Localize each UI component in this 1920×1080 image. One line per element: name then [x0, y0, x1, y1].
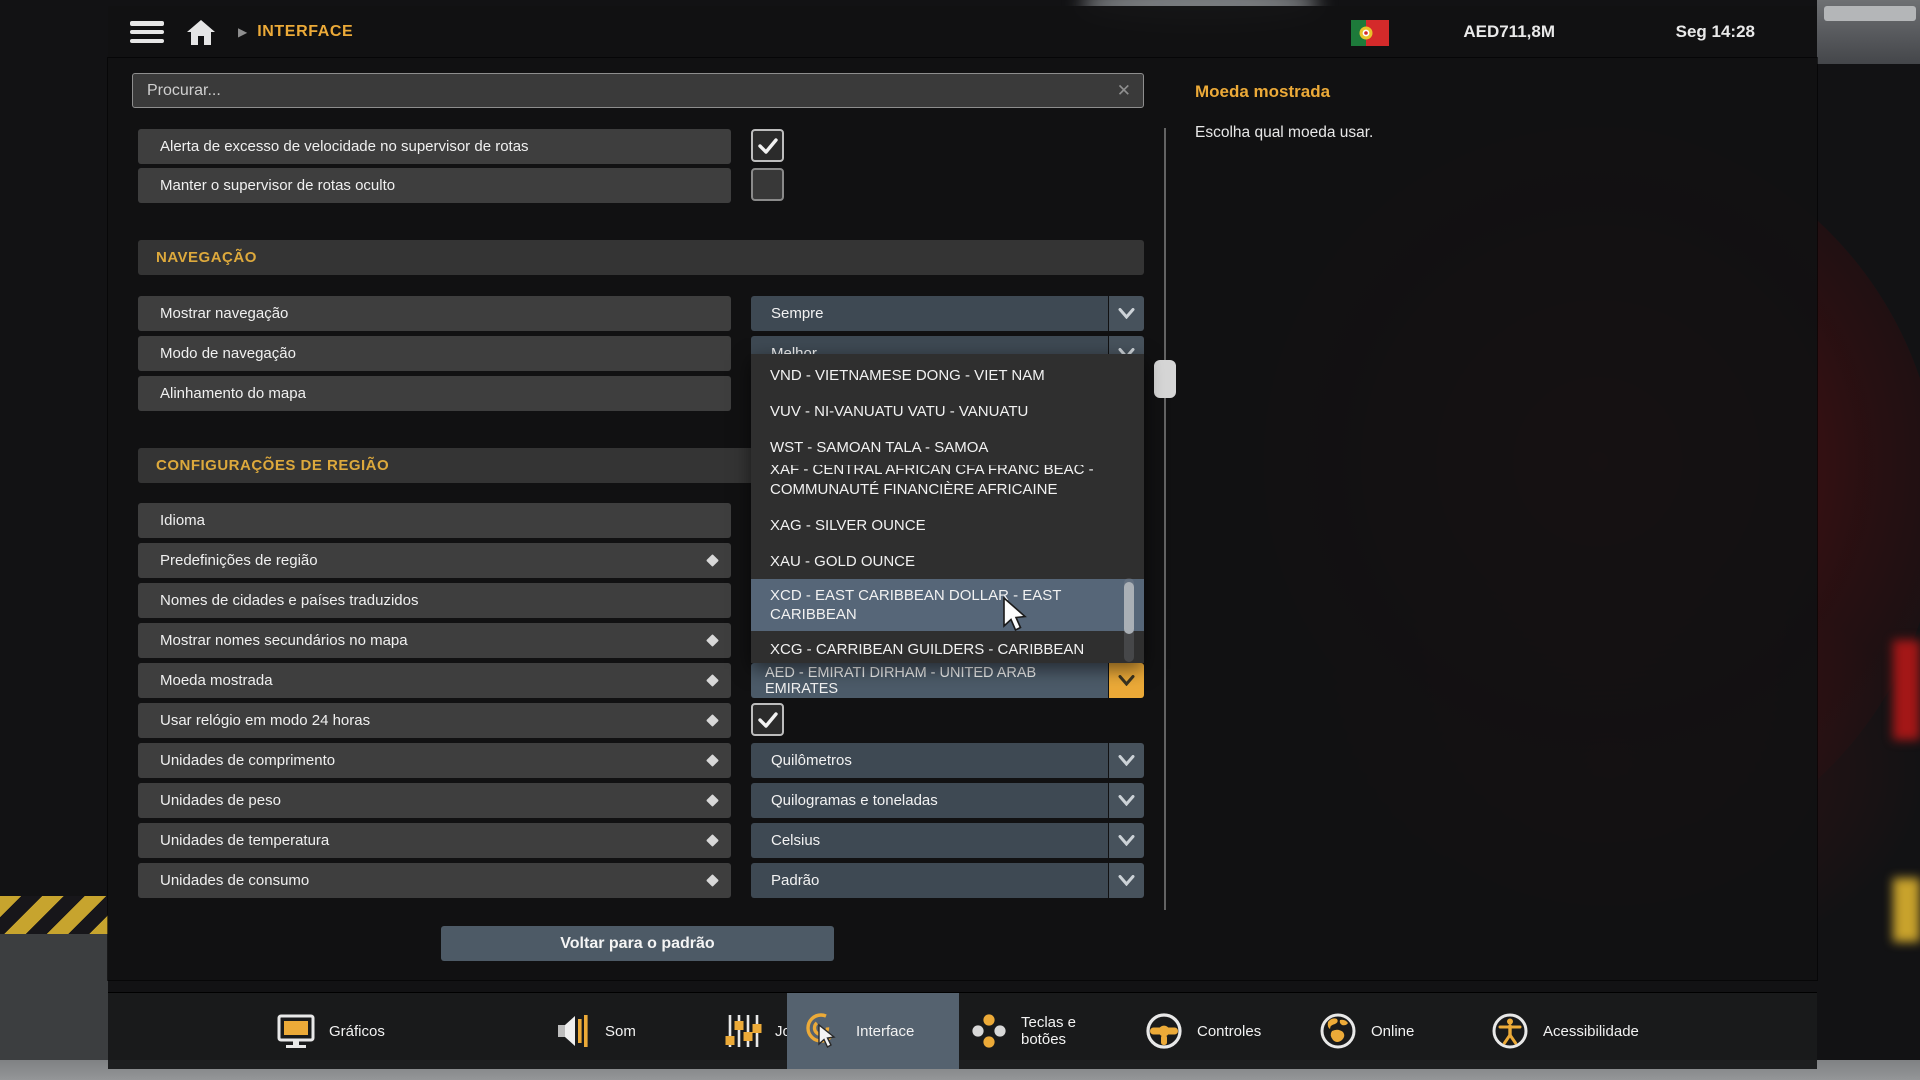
tab-interface-active[interactable]: Interface: [787, 993, 959, 1069]
globe-icon: [1320, 1013, 1356, 1049]
search-input[interactable]: Procurar... ✕: [132, 73, 1144, 108]
dropdown-scrollbar-thumb[interactable]: [1124, 582, 1134, 634]
setting-label-temperature-units: Unidades de temperatura: [138, 823, 731, 858]
modified-diamond-icon: [706, 714, 719, 727]
modified-diamond-icon: [706, 554, 719, 567]
portugal-flag-icon: [1351, 20, 1389, 46]
gamepad-buttons-icon: [972, 1014, 1006, 1048]
displayed-currency-select[interactable]: AED - EMIRATI DIRHAM - UNITED ARAB EMIRA…: [751, 663, 1108, 698]
displayed-currency-chevron-open[interactable]: [1109, 663, 1144, 698]
search-placeholder: Procurar...: [147, 81, 221, 99]
chevron-down-icon: [1118, 795, 1135, 806]
menu-icon[interactable]: [130, 21, 164, 43]
consumption-units-chevron[interactable]: [1109, 863, 1144, 898]
modified-diamond-icon: [706, 754, 719, 767]
currency-option-xaf[interactable]: XAF - CENTRAL AFRICAN CFA FRANC BEAC - C…: [751, 465, 1144, 507]
currency-option-xag[interactable]: XAG - SILVER OUNCE: [751, 507, 1144, 543]
check-icon: [757, 711, 778, 728]
setting-label-consumption-units: Unidades de consumo: [138, 863, 731, 898]
chevron-down-icon: [1118, 835, 1135, 846]
consumption-units-select[interactable]: Padrão: [751, 863, 1108, 898]
chevron-down-icon: [1118, 675, 1135, 686]
setting-label-24h-clock: Usar relógio em modo 24 horas: [138, 703, 731, 738]
clipped-text-line: XAF - CENTRAL AFRICAN CFA FRANC BEAC -: [770, 465, 1094, 478]
tab-keys-buttons[interactable]: Teclas e botões: [970, 993, 1103, 1069]
setting-label-weight-units: Unidades de peso: [138, 783, 731, 818]
setting-label-navigation-mode: Modo de navegação: [138, 336, 731, 371]
game-screen: ▶ INTERFACE AED711,8M Seg 14:28 Procurar…: [0, 0, 1920, 1080]
reset-to-default-button[interactable]: Voltar para o padrão: [441, 926, 834, 961]
tab-online[interactable]: Online: [1318, 993, 1414, 1069]
currency-option-wst[interactable]: WST - SAMOAN TALA - SAMOA: [751, 429, 1144, 465]
currency-dropdown-list: VND - VIETNAMESE DONG - VIET NAM VUV - N…: [751, 354, 1144, 663]
top-bar: ▶ INTERFACE AED711,8M Seg 14:28: [108, 6, 1817, 58]
length-units-chevron[interactable]: [1109, 743, 1144, 778]
currency-option-vnd[interactable]: VND - VIETNAMESE DONG - VIET NAM: [751, 357, 1144, 393]
currency-option-xcd-highlighted[interactable]: XCD - EAST CARIBBEAN DOLLAR - EAST CARIB…: [751, 579, 1144, 631]
help-panel-description: Escolha qual moeda usar.: [1195, 124, 1374, 141]
chevron-down-icon: [1118, 875, 1135, 886]
setting-label-speed-alert: Alerta de excesso de velocidade no super…: [138, 129, 731, 164]
modified-diamond-icon: [706, 634, 719, 647]
speed-alert-checkbox[interactable]: [751, 129, 784, 162]
tab-accessibility[interactable]: Acessibilidade: [1490, 993, 1651, 1069]
setting-label-show-navigation: Mostrar navegação: [138, 296, 731, 331]
section-header-navigation: NAVEGAÇÃO: [138, 240, 1144, 275]
game-time: Seg 14:28: [1675, 22, 1755, 41]
setting-label-map-alignment: Alinhamento do mapa: [138, 376, 731, 411]
monitor-icon: [277, 1014, 315, 1048]
breadcrumb-arrow-icon: ▶: [238, 25, 248, 39]
tab-graphics[interactable]: Gráficos: [276, 993, 385, 1069]
modified-diamond-icon: [706, 874, 719, 887]
modified-diamond-icon: [706, 794, 719, 807]
tab-controls[interactable]: Controles: [1144, 993, 1261, 1069]
length-units-select[interactable]: Quilômetros: [751, 743, 1108, 778]
temperature-units-chevron[interactable]: [1109, 823, 1144, 858]
currency-option-xcg[interactable]: XCG - CARRIBEAN GUILDERS - CARIBBEAN: [751, 631, 1144, 663]
show-navigation-chevron[interactable]: [1109, 296, 1144, 331]
setting-label-translated-names: Nomes de cidades e países traduzidos: [138, 583, 731, 618]
temperature-units-select[interactable]: Celsius: [751, 823, 1108, 858]
hazard-stripes: [0, 896, 108, 934]
settings-scrollbar-track[interactable]: [1164, 128, 1166, 910]
setting-label-secondary-names: Mostrar nomes secundários no mapa: [138, 623, 731, 658]
show-navigation-select[interactable]: Sempre: [751, 296, 1108, 331]
setting-label-length-units: Unidades de comprimento: [138, 743, 731, 778]
player-money: AED711,8M: [1463, 22, 1555, 41]
garage-light: [1824, 6, 1916, 21]
modified-diamond-icon: [706, 834, 719, 847]
weight-units-select[interactable]: Quilogramas e toneladas: [751, 783, 1108, 818]
setting-label-language: Idioma: [138, 503, 731, 538]
check-icon: [757, 137, 778, 154]
settings-scrollbar-thumb[interactable]: [1154, 360, 1176, 398]
tab-sound[interactable]: Som: [556, 993, 636, 1069]
currency-option-vuv[interactable]: VUV - NI-VANUATU VATU - VANUATU: [751, 393, 1144, 429]
help-panel-title: Moeda mostrada: [1195, 82, 1331, 101]
chevron-down-icon: [1118, 308, 1135, 319]
chevron-down-icon: [1118, 755, 1135, 766]
hide-advisor-checkbox[interactable]: [751, 168, 784, 201]
pointer-target-icon: [806, 1013, 836, 1048]
setting-label-region-presets: Predefinições de região: [138, 543, 731, 578]
clear-search-icon[interactable]: ✕: [1117, 81, 1131, 101]
breadcrumb: INTERFACE: [257, 23, 354, 40]
garage-floor-left: [0, 934, 108, 1080]
clock-24h-checkbox[interactable]: [751, 703, 784, 736]
sliders-icon: [725, 1015, 762, 1047]
accessibility-icon: [1492, 1013, 1528, 1049]
settings-tab-bar: Gráficos Som Jogo: [108, 992, 1817, 1069]
modified-diamond-icon: [706, 674, 719, 687]
weight-units-chevron[interactable]: [1109, 783, 1144, 818]
steering-wheel-icon: [1146, 1013, 1182, 1049]
currency-option-xau[interactable]: XAU - GOLD OUNCE: [751, 543, 1144, 579]
red-trailer-edge: [1893, 640, 1920, 740]
settings-panel: Procurar... ✕ Alerta de excesso de veloc…: [108, 58, 1817, 980]
yellow-object: [1893, 878, 1920, 942]
setting-label-displayed-currency: Moeda mostrada: [138, 663, 731, 698]
setting-label-hide-advisor: Manter o supervisor de rotas oculto: [138, 168, 731, 203]
home-icon[interactable]: [186, 18, 216, 46]
speaker-icon: [558, 1015, 588, 1047]
